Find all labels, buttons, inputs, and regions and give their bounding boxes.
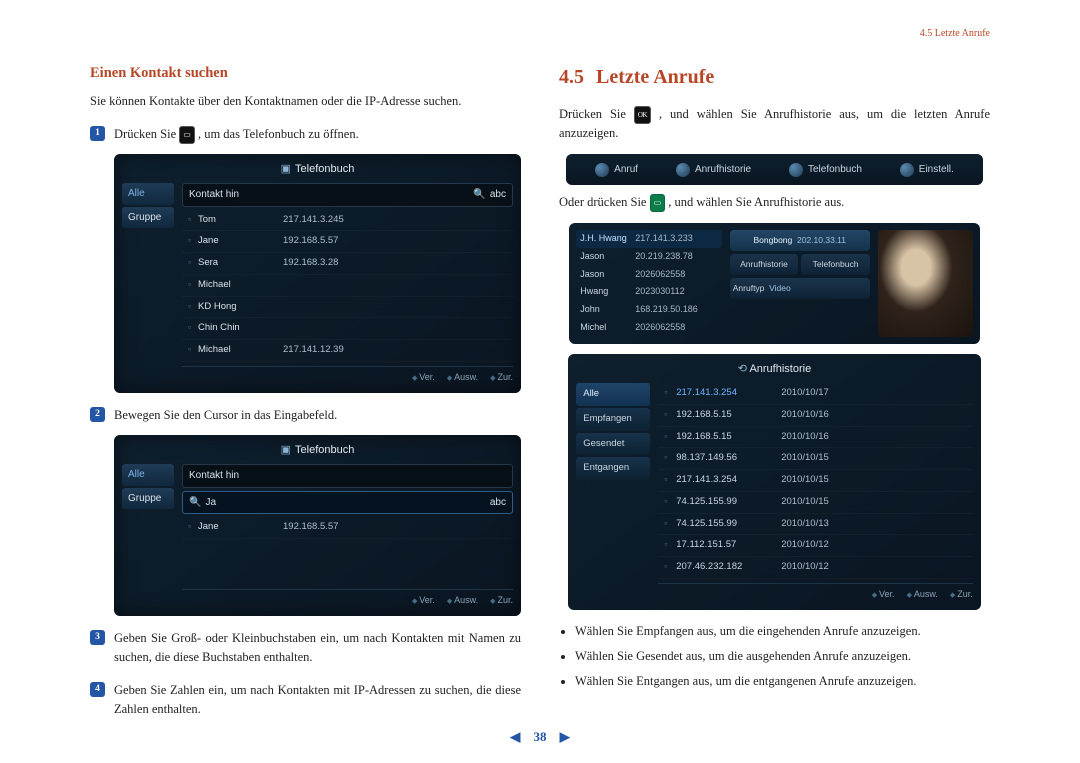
list-item[interactable]: ▫Jane192.168.5.57 — [182, 517, 513, 539]
tab-alle-2[interactable]: Alle — [122, 464, 174, 486]
hist-row[interactable]: ▫192.168.5.152010/10/16 — [658, 405, 973, 427]
hist-row[interactable]: ▫217.141.3.2542010/10/17 — [658, 383, 973, 405]
search-input-2[interactable]: 🔍Ja abc — [182, 491, 513, 515]
footer-zur: Zur. — [490, 371, 513, 385]
left-column: Einen Kontakt suchen Sie können Kontakte… — [90, 62, 521, 719]
call-row[interactable]: Hwang2023030112 — [576, 283, 722, 301]
list-item[interactable]: ▫Michael — [182, 275, 513, 297]
header-breadcrumb: 4.5 Letzte Anrufe — [920, 28, 990, 39]
hist-row[interactable]: ▫74.125.155.992010/10/15 — [658, 492, 973, 514]
list-item[interactable]: ▫Chin Chin — [182, 318, 513, 340]
p1-a: Drücken Sie — [559, 107, 634, 121]
step-1: 1 Drücken Sie ▭ , um das Telefonbuch zu … — [90, 125, 521, 144]
search-input-2-label: Kontakt hin — [182, 464, 513, 488]
menu-anrufhistorie[interactable]: Anrufhistorie — [676, 162, 751, 178]
ok-key-icon: OK — [634, 106, 651, 124]
call-header-row[interactable]: J.H. Hwang217.141.3.233 — [576, 230, 722, 248]
hist-tab-entgangen[interactable]: Entgangen — [576, 457, 650, 480]
call-row[interactable]: Jason20.219.238.78 — [576, 248, 722, 266]
step-4: 4 Geben Sie Zahlen ein, um nach Kontakte… — [90, 681, 521, 720]
p2-a: Oder drücken Sie — [559, 195, 650, 209]
menu-anruf[interactable]: Anruf — [595, 162, 638, 178]
footer-ausw: Ausw. — [447, 371, 478, 385]
step-2-text: Bewegen Sie den Cursor in das Eingabefel… — [114, 406, 521, 425]
call-row[interactable]: Jason2026062558 — [576, 266, 722, 284]
top-menubar-screenshot: Anruf Anrufhistorie Telefonbuch Einstell… — [566, 154, 983, 186]
green-key-icon: ▭ — [650, 194, 666, 212]
hist-tab-gesendet[interactable]: Gesendet — [576, 433, 650, 456]
page-navigation: ◀ 38 ▶ — [0, 729, 1080, 745]
bullet-item: Wählen Sie Gesendet aus, um die ausgehen… — [575, 647, 990, 666]
hist-row[interactable]: ▫207.46.232.1822010/10/12 — [658, 557, 973, 579]
tab-alle[interactable]: Alle — [122, 183, 174, 205]
search-input-1[interactable]: Kontakt hin 🔍abc — [182, 183, 513, 207]
step-3: 3 Geben Sie Groß- oder Kleinbuchstaben e… — [90, 629, 521, 668]
step-4-text: Geben Sie Zahlen ein, um nach Kontakten … — [114, 681, 521, 720]
hist-tab-empfangen[interactable]: Empfangen — [576, 408, 650, 431]
footer-ver: Ver. — [412, 371, 435, 385]
address-book-key-icon: ▭ — [179, 126, 195, 144]
hist-row[interactable]: ▫17.112.151.572010/10/12 — [658, 535, 973, 557]
page-number: 38 — [534, 729, 547, 744]
tab-gruppe[interactable]: Gruppe — [122, 207, 174, 229]
s2-search-mode: abc — [490, 495, 506, 511]
right-heading: 4.5 Letzte Anrufe — [559, 62, 990, 93]
bullet-item: Wählen Sie Entgangen aus, um die entgang… — [575, 672, 990, 691]
panel-anruftyp: Anruftyp Video — [730, 278, 870, 299]
list-item[interactable]: ▫Sera192.168.3.28 — [182, 253, 513, 275]
step-1-text-a: Drücken Sie — [114, 127, 179, 141]
prev-page-arrow-icon[interactable]: ◀ — [510, 729, 520, 744]
list-item[interactable]: ▫Michael217.141.12.39 — [182, 340, 513, 362]
hist-row[interactable]: ▫74.125.155.992010/10/13 — [658, 514, 973, 536]
step-2: 2 Bewegen Sie den Cursor in das Eingabef… — [90, 406, 521, 425]
hist-row[interactable]: ▫217.141.3.2542010/10/15 — [658, 470, 973, 492]
bullet-list: Wählen Sie Empfangen aus, um die eingehe… — [559, 622, 990, 692]
menu-einstell[interactable]: Einstell. — [900, 162, 954, 178]
s1-search-mode: abc — [490, 189, 506, 200]
hist-row[interactable]: ▫192.168.5.152010/10/16 — [658, 427, 973, 449]
call-row[interactable]: John168.219.50.186 — [576, 301, 722, 319]
s1-title: Telefonbuch — [295, 163, 354, 175]
caller-photo — [878, 230, 973, 338]
list-item[interactable]: ▫Jane192.168.5.57 — [182, 231, 513, 253]
telefonbuch-screenshot-2: ▣Telefonbuch Alle Gruppe Kontakt hin 🔍Ja… — [114, 435, 521, 616]
heading-number: 4.5 — [559, 66, 584, 88]
step-number-2: 2 — [90, 407, 105, 422]
next-page-arrow-icon[interactable]: ▶ — [560, 729, 570, 744]
list-item[interactable]: ▫KD Hong — [182, 297, 513, 319]
step-number-1: 1 — [90, 126, 105, 141]
telefonbuch-screenshot-1: ▣Telefonbuch Alle Gruppe Kontakt hin 🔍ab… — [114, 154, 521, 393]
hist-row[interactable]: ▫98.137.149.562010/10/15 — [658, 448, 973, 470]
panel-btn-tel[interactable]: Telefonbuch — [801, 254, 870, 275]
panel-btn-hist[interactable]: Anrufhistorie — [730, 254, 799, 275]
left-intro: Sie können Kontakte über den Kontaktname… — [90, 92, 521, 111]
hist-tab-alle[interactable]: Alle — [576, 383, 650, 406]
bullet-item: Wählen Sie Empfangen aus, um die eingehe… — [575, 622, 990, 641]
right-column: 4.5 Letzte Anrufe Drücken Sie OK , und wä… — [559, 62, 990, 719]
p2-b: , und wählen Sie Anrufhistorie aus. — [668, 195, 844, 209]
step-number-3: 3 — [90, 630, 105, 645]
anrufhistorie-screenshot: ⟲ Anrufhistorie Alle Empfangen Gesendet … — [568, 354, 981, 609]
heading-text: Letzte Anrufe — [596, 66, 714, 88]
step-1-text-b: , um das Telefonbuch zu öffnen. — [198, 127, 359, 141]
s1-search-text: Kontakt hin — [189, 189, 239, 200]
call-row[interactable]: Michel2026062558 — [576, 319, 722, 337]
s2-query: Ja — [205, 497, 216, 508]
tab-gruppe-2[interactable]: Gruppe — [122, 488, 174, 510]
list-item[interactable]: ▫Tom217.141.3.245 — [182, 210, 513, 232]
call-ui-screenshot: J.H. Hwang217.141.3.233 Jason20.219.238.… — [569, 223, 980, 345]
step-3-text: Geben Sie Groß- oder Kleinbuchstaben ein… — [114, 629, 521, 668]
left-heading: Einen Kontakt suchen — [90, 62, 521, 84]
step-number-4: 4 — [90, 682, 105, 697]
panel-header: Bongbong 202.10.33.11 — [730, 230, 870, 251]
menu-telefonbuch[interactable]: Telefonbuch — [789, 162, 862, 178]
s2-title: Telefonbuch — [295, 444, 354, 456]
